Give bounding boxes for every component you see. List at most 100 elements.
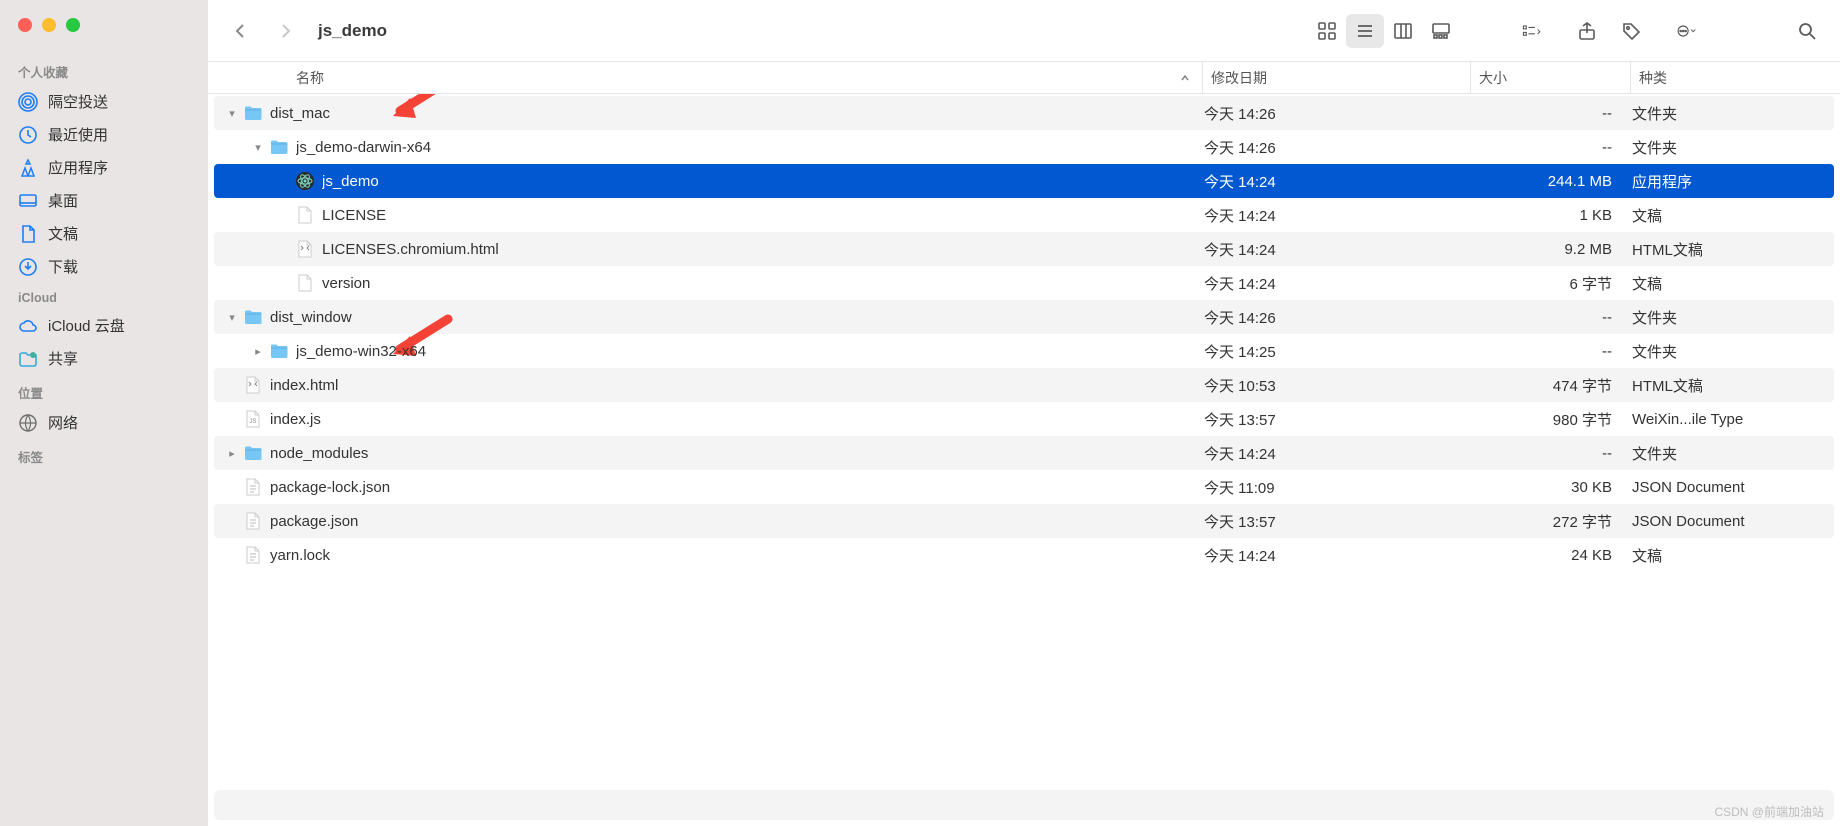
file-size: 30 KB bbox=[1464, 479, 1624, 496]
file-size: 244.1 MB bbox=[1464, 173, 1624, 190]
tags-button[interactable] bbox=[1612, 14, 1650, 48]
watermark: CSDN @前端加油站 bbox=[1714, 803, 1824, 820]
file-row[interactable]: version今天 14:246 字节文稿 bbox=[214, 266, 1834, 300]
file-size: -- bbox=[1464, 309, 1624, 326]
disclosure-triangle-icon[interactable]: ▾ bbox=[250, 141, 266, 154]
zoom-window-button[interactable] bbox=[66, 18, 80, 32]
toolbar: js_demo bbox=[208, 0, 1840, 62]
file-name: node_modules bbox=[270, 445, 1196, 462]
file-row[interactable]: index.js今天 13:57980 字节WeiXin...ile Type bbox=[214, 402, 1834, 436]
icon-view-button[interactable] bbox=[1308, 14, 1346, 48]
cloud-icon bbox=[18, 316, 38, 336]
status-bar bbox=[214, 790, 1834, 820]
file-row[interactable]: ▸node_modules今天 14:24--文件夹 bbox=[214, 436, 1834, 470]
file-row[interactable]: js_demo今天 14:24244.1 MB应用程序 bbox=[214, 164, 1834, 198]
file-row[interactable]: ▾dist_mac今天 14:26--文件夹 bbox=[214, 96, 1834, 130]
file-size: -- bbox=[1464, 139, 1624, 156]
file-row[interactable]: yarn.lock今天 14:2424 KB文稿 bbox=[214, 538, 1834, 572]
search-button[interactable] bbox=[1788, 14, 1826, 48]
file-size: -- bbox=[1464, 105, 1624, 122]
file-row[interactable]: ▾dist_window今天 14:26--文件夹 bbox=[214, 300, 1834, 334]
gallery-view-button[interactable] bbox=[1422, 14, 1460, 48]
file-list[interactable]: ▾dist_mac今天 14:26--文件夹▾js_demo-darwin-x6… bbox=[208, 94, 1840, 782]
file-row[interactable]: index.html今天 10:53474 字节HTML文稿 bbox=[214, 368, 1834, 402]
sidebar-section-title: iCloud bbox=[0, 283, 208, 309]
column-header-size[interactable]: 大小 bbox=[1470, 62, 1630, 93]
share-button[interactable] bbox=[1568, 14, 1606, 48]
file-kind: 文稿 bbox=[1624, 273, 1834, 294]
file-date: 今天 14:24 bbox=[1196, 273, 1464, 294]
folder-icon bbox=[268, 340, 290, 362]
file-name: version bbox=[322, 275, 1196, 292]
location-title: js_demo bbox=[318, 21, 387, 41]
file-kind: WeiXin...ile Type bbox=[1624, 411, 1834, 428]
text-icon bbox=[242, 510, 264, 532]
text-icon bbox=[242, 476, 264, 498]
file-name: dist_window bbox=[270, 309, 1196, 326]
minimize-window-button[interactable] bbox=[42, 18, 56, 32]
file-kind: 文件夹 bbox=[1624, 341, 1834, 362]
file-row[interactable]: ▾ js_demo-darwin-x64今天 14:26--文件夹 bbox=[214, 130, 1834, 164]
file-row[interactable]: ▸js_demo-win32-x64今天 14:25--文件夹 bbox=[214, 334, 1834, 368]
sidebar-item-label: 桌面 bbox=[48, 190, 78, 211]
file-name: index.js bbox=[270, 411, 1196, 428]
sidebar-item[interactable]: 共享 bbox=[0, 342, 208, 375]
sidebar-item[interactable]: 网络 bbox=[0, 406, 208, 439]
file-kind: HTML文稿 bbox=[1624, 239, 1834, 260]
file-date: 今天 14:24 bbox=[1196, 239, 1464, 260]
action-menu-button[interactable] bbox=[1656, 14, 1716, 48]
disclosure-triangle-icon[interactable]: ▸ bbox=[250, 345, 266, 358]
column-view-button[interactable] bbox=[1384, 14, 1422, 48]
back-button[interactable] bbox=[222, 14, 260, 48]
file-row[interactable]: LICENSE今天 14:241 KB文稿 bbox=[214, 198, 1834, 232]
file-date: 今天 14:26 bbox=[1196, 137, 1464, 158]
sidebar-item-label: 应用程序 bbox=[48, 157, 108, 178]
group-by-button[interactable] bbox=[1502, 14, 1562, 48]
file-name: js_demo-darwin-x64 bbox=[296, 139, 1196, 156]
disclosure-triangle-icon[interactable]: ▾ bbox=[224, 107, 240, 120]
file-date: 今天 14:26 bbox=[1196, 307, 1464, 328]
file-date: 今天 11:09 bbox=[1196, 477, 1464, 498]
file-row[interactable]: package-lock.json今天 11:0930 KBJSON Docum… bbox=[214, 470, 1834, 504]
file-kind: JSON Document bbox=[1624, 479, 1834, 496]
network-icon bbox=[18, 413, 38, 433]
file-kind: 文件夹 bbox=[1624, 137, 1834, 158]
file-name: yarn.lock bbox=[270, 547, 1196, 564]
view-switcher bbox=[1308, 14, 1460, 48]
window-controls bbox=[0, 10, 208, 54]
file-size: 474 字节 bbox=[1464, 375, 1624, 396]
text-icon bbox=[242, 544, 264, 566]
sidebar-section-title: 位置 bbox=[0, 375, 208, 406]
file-date: 今天 13:57 bbox=[1196, 511, 1464, 532]
list-view-button[interactable] bbox=[1346, 14, 1384, 48]
sidebar-item[interactable]: 应用程序 bbox=[0, 151, 208, 184]
file-date: 今天 10:53 bbox=[1196, 375, 1464, 396]
sidebar-item[interactable]: 最近使用 bbox=[0, 118, 208, 151]
file-kind: 文稿 bbox=[1624, 205, 1834, 226]
sidebar-item[interactable]: 桌面 bbox=[0, 184, 208, 217]
sidebar-item[interactable]: 文稿 bbox=[0, 217, 208, 250]
file-row[interactable]: LICENSES.chromium.html今天 14:249.2 MBHTML… bbox=[214, 232, 1834, 266]
sidebar-item-label: 文稿 bbox=[48, 223, 78, 244]
folder-icon bbox=[242, 102, 264, 124]
file-date: 今天 14:24 bbox=[1196, 545, 1464, 566]
column-header-date[interactable]: 修改日期 bbox=[1202, 62, 1470, 93]
disclosure-triangle-icon[interactable]: ▾ bbox=[224, 311, 240, 324]
airdrop-icon bbox=[18, 92, 38, 112]
shared-icon bbox=[18, 349, 38, 369]
forward-button[interactable] bbox=[266, 14, 304, 48]
sidebar-item[interactable]: 下载 bbox=[0, 250, 208, 283]
sidebar-item[interactable]: iCloud 云盘 bbox=[0, 309, 208, 342]
file-size: 9.2 MB bbox=[1464, 241, 1624, 258]
file-row[interactable]: package.json今天 13:57272 字节JSON Document bbox=[214, 504, 1834, 538]
close-window-button[interactable] bbox=[18, 18, 32, 32]
file-size: 272 字节 bbox=[1464, 511, 1624, 532]
column-header-name[interactable]: 名称 bbox=[208, 68, 1202, 88]
file-kind: 文件夹 bbox=[1624, 443, 1834, 464]
clock-icon bbox=[18, 125, 38, 145]
disclosure-triangle-icon[interactable]: ▸ bbox=[224, 447, 240, 460]
sort-indicator-icon bbox=[1180, 70, 1190, 86]
sidebar-item[interactable]: 隔空投送 bbox=[0, 85, 208, 118]
column-header-kind[interactable]: 种类 bbox=[1630, 62, 1840, 93]
doc-icon bbox=[18, 224, 38, 244]
